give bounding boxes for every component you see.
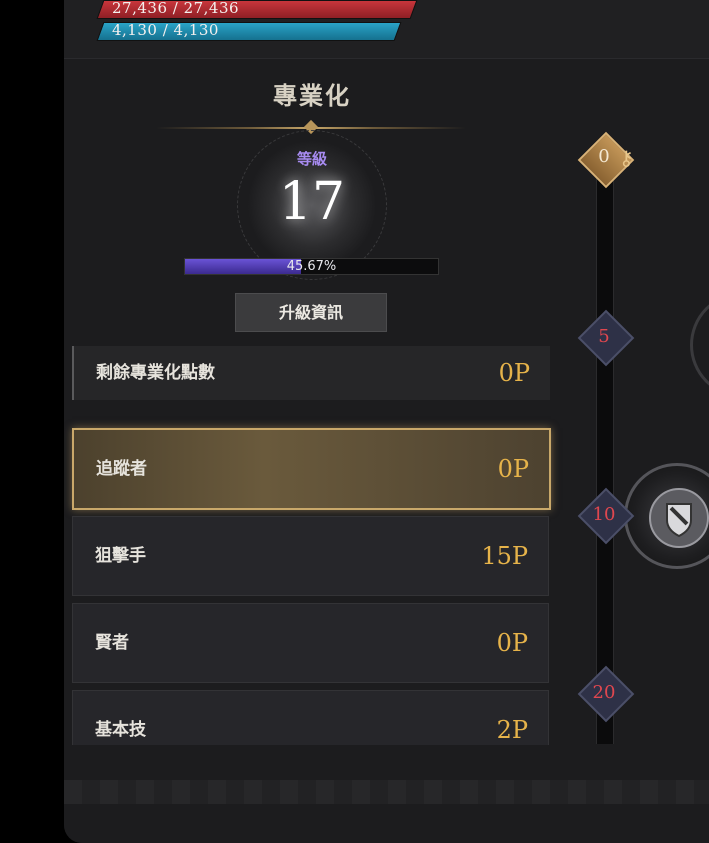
exp-progress-bar: 45.67% <box>184 258 439 275</box>
spec-name: 追蹤者 <box>96 459 147 479</box>
progress-track <box>596 160 614 744</box>
level-label: 等級 <box>296 150 327 168</box>
spec-points: 0P <box>497 455 529 483</box>
remaining-points-row: 剩餘專業化點數 0P <box>72 346 550 400</box>
remaining-points-value: 0P <box>498 359 530 387</box>
hp-text: 27,436 / 27,436 <box>112 0 240 17</box>
page-title: 專業化 <box>273 81 351 110</box>
exp-progress-text: 45.67% <box>286 259 337 274</box>
level-value: 17 <box>278 172 346 232</box>
spec-card-sage[interactable]: 賢者 0P <box>72 603 549 683</box>
specialization-panel: 27,436 / 27,436 4,130 / 4,130 專業化 等級 17 … <box>64 0 709 843</box>
skill-node-ring[interactable] <box>690 292 709 398</box>
mp-text: 4,130 / 4,130 <box>112 21 219 39</box>
status-bar-area: 27,436 / 27,436 4,130 / 4,130 <box>64 0 709 59</box>
spec-name: 狙擊手 <box>95 546 146 566</box>
track-node-20-label: 20 <box>592 682 616 703</box>
shield-sword-icon <box>649 488 709 548</box>
spec-points: 0P <box>496 629 528 657</box>
spec-card-tracker[interactable]: 追蹤者 0P <box>72 428 551 510</box>
skill-node[interactable] <box>624 463 709 569</box>
spec-points: 15P <box>481 542 528 570</box>
spec-name: 賢者 <box>95 633 129 653</box>
track-node-10-label: 10 <box>592 504 616 525</box>
key-icon: ⚷ <box>619 146 634 170</box>
upgrade-info-button[interactable]: 升級資訊 <box>235 293 387 332</box>
track-node-5-label: 5 <box>598 326 610 347</box>
spec-card-sniper[interactable]: 狙擊手 15P <box>72 516 549 596</box>
remaining-points-label: 剩餘專業化點數 <box>96 363 215 383</box>
footer-ornament <box>64 780 709 804</box>
